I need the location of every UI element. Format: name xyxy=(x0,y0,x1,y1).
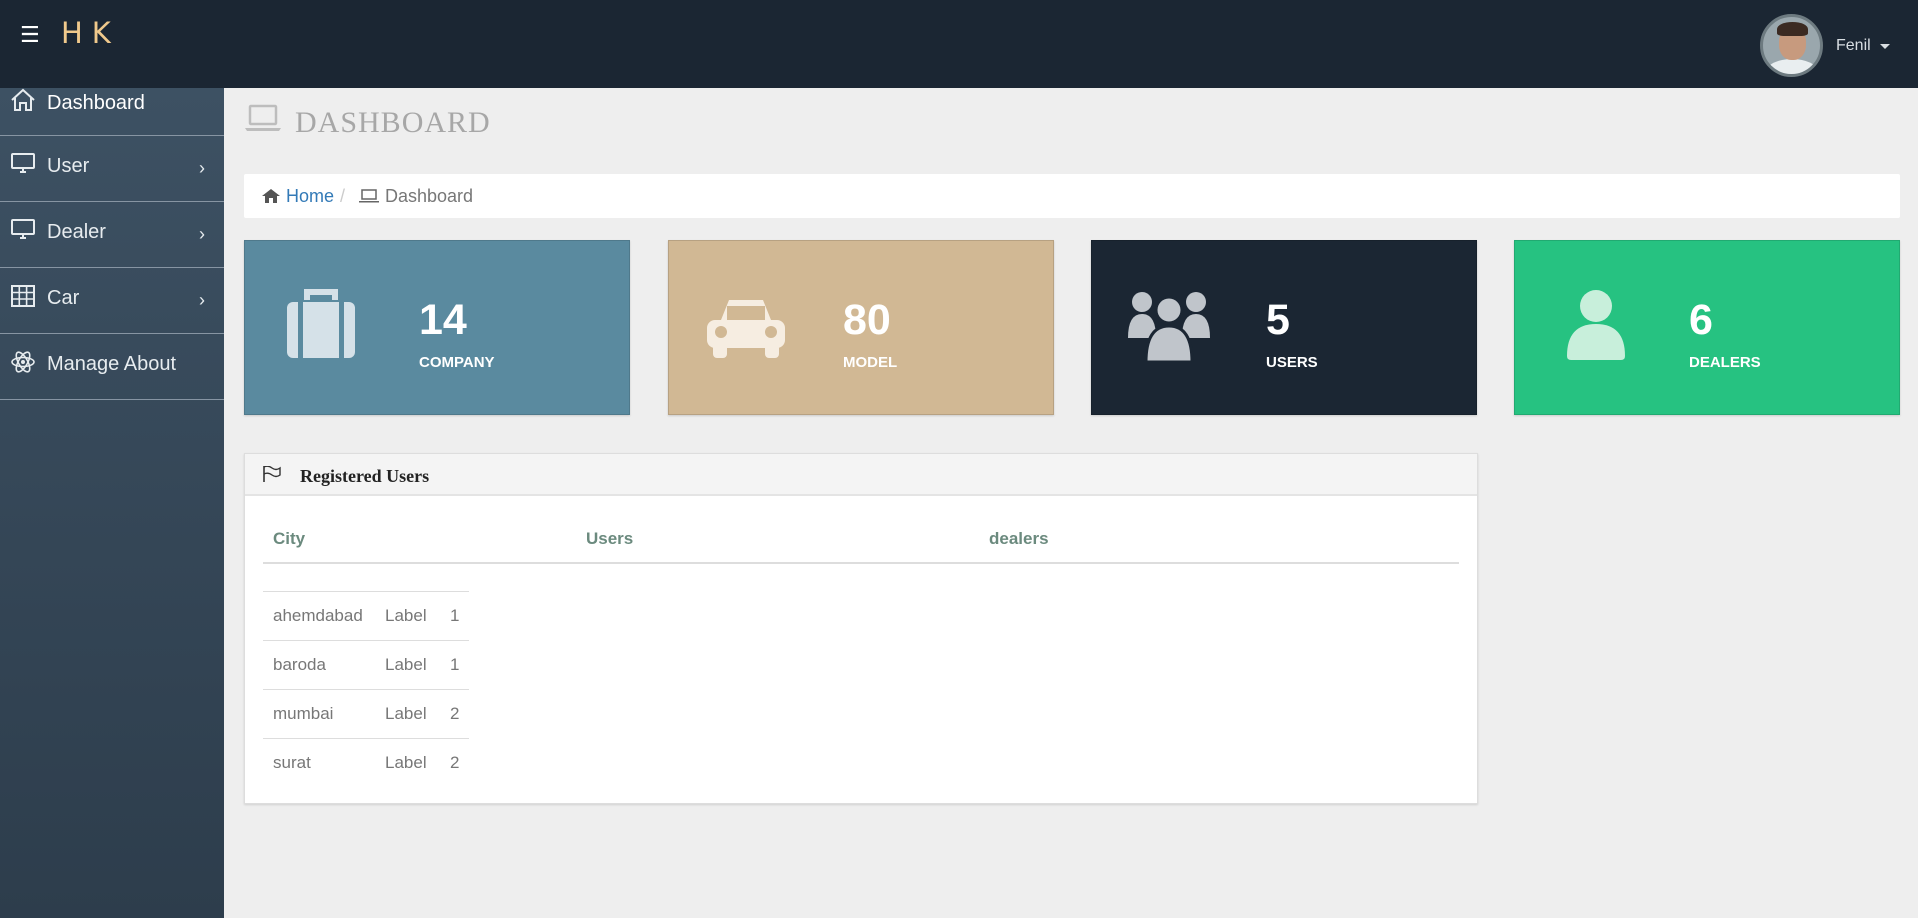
city-users-table: ahemdabad Label 1 baroda Label 1 mumbai … xyxy=(263,591,469,787)
table-icon xyxy=(11,285,35,307)
top-navbar: ☰ HK Fenil xyxy=(0,0,1918,88)
stat-label: COMPANY xyxy=(419,354,495,371)
city-cell: ahemdabad xyxy=(273,606,363,625)
menu-toggle-icon[interactable]: ☰ xyxy=(20,24,40,46)
sidebar-item-label: Car xyxy=(47,287,80,309)
stat-label: DEALERS xyxy=(1689,354,1761,371)
users-stat-card[interactable]: 5 USERS xyxy=(1091,240,1477,415)
monitor-icon xyxy=(11,219,35,239)
chevron-right-icon: › xyxy=(199,158,205,178)
city-cell: surat xyxy=(273,753,311,772)
label-cell: Label xyxy=(385,753,427,772)
users-icon xyxy=(1128,292,1210,364)
registered-users-panel: Registered Users City Users dealers ahem… xyxy=(244,453,1478,804)
table-row: surat Label 2 xyxy=(263,738,469,787)
user-menu-name[interactable]: Fenil xyxy=(1836,37,1871,55)
sidebar-item-car[interactable]: Car › xyxy=(0,268,224,334)
sidebar-item-label: Dashboard xyxy=(47,92,145,114)
flag-icon xyxy=(263,466,281,482)
sidebar-item-dashboard[interactable]: Dashboard xyxy=(0,88,224,136)
breadcrumb-separator: / xyxy=(340,186,346,206)
breadcrumb-current: Dashboard xyxy=(385,186,474,206)
car-icon xyxy=(707,300,785,358)
column-header-dealers[interactable]: dealers xyxy=(989,529,1049,549)
sidebar-item-user[interactable]: User › xyxy=(0,136,224,202)
count-cell: 2 xyxy=(450,704,460,723)
monitor-icon xyxy=(11,153,35,173)
company-stat-card[interactable]: 14 COMPANY xyxy=(244,240,630,415)
stat-value: 14 xyxy=(419,296,467,344)
table-row: ahemdabad Label 1 xyxy=(263,591,469,640)
chevron-right-icon: › xyxy=(199,290,205,310)
laptop-icon xyxy=(359,189,379,203)
user-icon xyxy=(1567,290,1625,360)
model-stat-card[interactable]: 80 MODEL xyxy=(668,240,1054,415)
count-cell: 1 xyxy=(450,606,460,625)
chevron-right-icon: › xyxy=(199,224,205,244)
atom-icon xyxy=(11,351,35,373)
chevron-down-icon[interactable] xyxy=(1880,44,1890,49)
label-cell: Label xyxy=(385,606,427,625)
stat-value: 80 xyxy=(843,296,891,344)
column-header-city[interactable]: City xyxy=(273,529,305,549)
count-cell: 1 xyxy=(450,655,460,674)
count-cell: 2 xyxy=(450,753,460,772)
stat-label: USERS xyxy=(1266,354,1318,371)
briefcase-icon xyxy=(287,289,355,358)
sidebar-item-label: Dealer xyxy=(47,221,106,243)
breadcrumb-home-link[interactable]: Home xyxy=(286,186,334,207)
sidebar-item-label: User xyxy=(47,155,90,177)
home-icon xyxy=(262,189,280,203)
table-row: baroda Label 1 xyxy=(263,640,469,689)
stat-value: 6 xyxy=(1689,296,1713,344)
sidebar-item-label: Manage About xyxy=(47,353,176,375)
page-title: DASHBOARD xyxy=(295,106,491,139)
city-cell: baroda xyxy=(273,655,326,674)
breadcrumb: Home / Dashboard xyxy=(244,174,1900,218)
stat-value: 5 xyxy=(1266,296,1290,344)
home-icon xyxy=(11,88,35,111)
sidebar-item-manage-about[interactable]: Manage About xyxy=(0,334,224,400)
avatar[interactable] xyxy=(1760,14,1823,77)
label-cell: Label xyxy=(385,655,427,674)
column-header-users[interactable]: Users xyxy=(586,529,633,549)
sidebar: Dashboard User › Dealer › Car › Manage A… xyxy=(0,88,224,918)
city-cell: mumbai xyxy=(273,704,334,723)
table-header-divider xyxy=(263,562,1459,564)
sidebar-item-dealer[interactable]: Dealer › xyxy=(0,202,224,268)
dealers-stat-card[interactable]: 6 DEALERS xyxy=(1514,240,1900,415)
laptop-icon xyxy=(245,104,281,131)
panel-header: Registered Users xyxy=(245,454,1477,496)
table-row: mumbai Label 2 xyxy=(263,689,469,738)
label-cell: Label xyxy=(385,704,427,723)
panel-title: Registered Users xyxy=(300,466,430,486)
brand-logo[interactable]: HK xyxy=(61,16,120,50)
stat-label: MODEL xyxy=(843,354,898,371)
